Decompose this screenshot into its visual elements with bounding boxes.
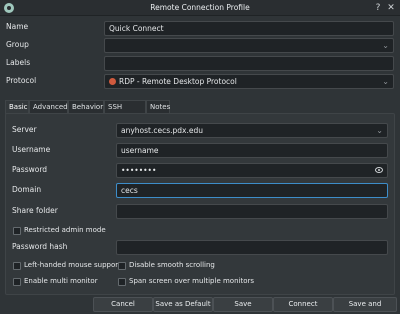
server-combobox[interactable]: anyhost.cecs.pdx.edu ⌄ [116, 123, 388, 138]
server-label: Server [12, 125, 37, 134]
multi-monitor-checkbox[interactable] [13, 278, 21, 286]
name-input[interactable]: Quick Connect [104, 21, 394, 36]
restricted-admin-label: Restricted admin mode [24, 226, 106, 234]
help-icon[interactable]: ? [373, 3, 383, 13]
protocol-value: RDP - Remote Desktop Protocol [119, 77, 237, 86]
server-value: anyhost.cecs.pdx.edu [121, 126, 203, 135]
restricted-admin-checkbox[interactable] [13, 227, 21, 235]
password-hash-input[interactable] [116, 240, 388, 255]
chevron-down-icon[interactable]: ⌄ [376, 124, 383, 137]
labels-label: Labels [6, 58, 31, 67]
chevron-down-icon[interactable]: ⌄ [382, 75, 389, 88]
password-input[interactable]: •••••••• [116, 163, 388, 178]
share-folder-label: Share folder [12, 206, 58, 215]
window-title: Remote Connection Profile [150, 3, 250, 12]
share-folder-input[interactable] [116, 204, 388, 219]
tab-basic[interactable]: Basic [5, 100, 29, 114]
tab-ssh-tunnel[interactable]: SSH Tunnel [104, 100, 146, 124]
disable-smooth-scrolling-checkbox[interactable] [118, 262, 126, 270]
password-label: Password [12, 165, 48, 174]
span-screen-label: Span screen over multiple monitors [129, 277, 255, 285]
save-button[interactable]: Save [213, 297, 273, 312]
protocol-label: Protocol [6, 76, 37, 85]
name-label: Name [6, 22, 29, 31]
left-handed-checkbox[interactable] [13, 262, 21, 270]
close-icon[interactable]: ✕ [386, 3, 396, 13]
tab-behavior[interactable]: Behavior [68, 100, 104, 114]
protocol-select[interactable]: RDP - Remote Desktop Protocol ⌄ [104, 74, 394, 89]
save-as-default-button[interactable]: Save as Default [153, 297, 213, 312]
username-label: Username [12, 145, 51, 154]
left-handed-label: Left-handed mouse support [24, 261, 121, 269]
username-input[interactable]: username [116, 143, 388, 158]
multi-monitor-label: Enable multi monitor [24, 277, 98, 285]
labels-input[interactable] [104, 56, 394, 71]
save-and-connect-button[interactable]: Save and Connect [333, 297, 397, 314]
rdp-icon [109, 78, 116, 85]
eye-icon[interactable] [375, 167, 383, 173]
domain-input[interactable]: cecs [116, 183, 388, 198]
connect-button[interactable]: Connect [273, 297, 333, 312]
title-bar: Remote Connection Profile ? ✕ [0, 0, 400, 16]
chevron-down-icon[interactable]: ⌄ [382, 39, 389, 52]
group-combobox[interactable]: ⌄ [104, 38, 394, 53]
domain-label: Domain [12, 185, 42, 194]
password-value: •••••••• [121, 166, 157, 175]
password-hash-label: Password hash [12, 242, 68, 251]
group-label: Group [6, 40, 29, 49]
cancel-button[interactable]: Cancel [93, 297, 153, 312]
disable-smooth-scrolling-label: Disable smooth scrolling [129, 261, 215, 269]
span-screen-checkbox[interactable] [118, 278, 126, 286]
tab-notes[interactable]: Notes [146, 100, 170, 114]
tab-advanced[interactable]: Advanced [29, 100, 68, 114]
